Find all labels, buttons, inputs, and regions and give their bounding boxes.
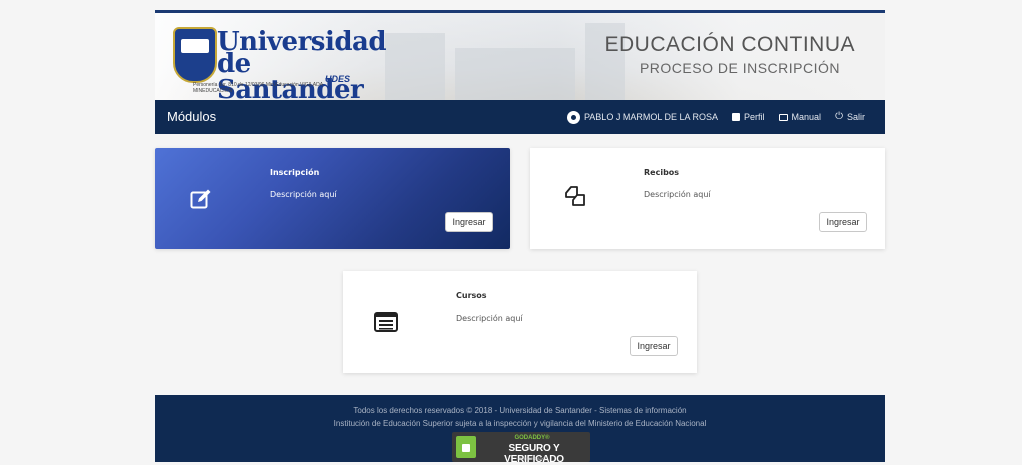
shield-icon [173,27,217,83]
profile-icon [732,113,741,121]
page-container: Universidad de Santander UDES Personería… [155,10,885,465]
module-card-cursos[interactable]: Cursos Descripción aquí Ingresar [343,271,697,373]
list-icon [374,312,398,332]
module-card-recibos[interactable]: Recibos Descripción aquí Ingresar [530,148,885,249]
book-icon [778,113,788,121]
module-description: Descripción aquí [456,314,523,323]
power-icon: ⏻ [835,111,843,122]
lock-icon [456,436,476,458]
security-seal[interactable]: GODADDY® SEGURO Y VERIFICADO CERTIFICADO [452,432,590,465]
manual-link[interactable]: Manual [778,112,822,122]
edit-icon [190,189,211,209]
university-logo[interactable]: Universidad de Santander UDES Personería… [173,27,387,103]
page-title: EDUCACIÓN CONTINUA [604,33,855,56]
logout-link[interactable]: ⏻ Salir [835,111,865,123]
ingresar-button[interactable]: Ingresar [630,336,678,356]
page-subtitle: PROCESO DE INSCRIPCIÓN [639,60,840,76]
seal-small-text: CERTIFICADO [518,456,546,461]
module-title: Cursos [456,291,487,300]
footer-institution: Institución de Educación Superior sujeta… [333,419,707,428]
module-title: Inscripción [270,168,320,177]
nav-brand[interactable]: Módulos [167,109,216,124]
ingresar-button[interactable]: Ingresar [445,212,493,232]
module-description: Descripción aquí [270,190,337,199]
copy-icon [565,186,585,206]
logout-label: Salir [846,112,865,122]
seal-brand: GODADDY® [514,435,550,441]
module-card-inscripcion[interactable]: Inscripción Descripción aquí Ingresar [155,148,510,249]
ingresar-button[interactable]: Ingresar [819,212,867,232]
profile-link[interactable]: Perfil [732,112,765,122]
nav-right-menu: PABLO J MARMOL DE LA ROSA Perfil Manual … [566,100,865,134]
footer-copyright: Todos los derechos reservados © 2018 - U… [353,406,687,415]
user-menu[interactable]: PABLO J MARMOL DE LA ROSA [566,110,719,124]
manual-label: Manual [791,112,822,122]
profile-label: Perfil [744,112,765,122]
user-name: PABLO J MARMOL DE LA ROSA [583,112,719,122]
user-avatar-icon [566,110,580,124]
top-navbar: Módulos PABLO J MARMOL DE LA ROSA Perfil… [155,100,885,134]
module-title: Recibos [644,168,680,177]
logo-small-text: Personería Jur. 810 de 12/03/96 Min.Educ… [193,82,323,94]
module-description: Descripción aquí [644,190,711,199]
header-banner: Universidad de Santander UDES Personería… [155,10,885,103]
footer: Todos los derechos reservados © 2018 - U… [155,395,885,465]
